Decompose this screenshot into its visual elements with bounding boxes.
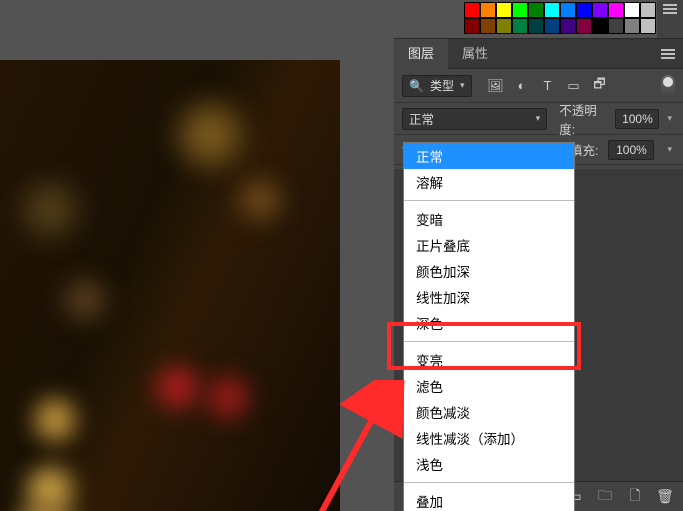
swatches-panel[interactable] [462,0,672,36]
blend-mode-option[interactable]: 线性加深 [404,284,574,310]
new-layer-icon[interactable]: 🗋 [627,489,643,505]
opacity-control: 不透明度: 100% ▾ [559,100,675,138]
swatch[interactable] [608,2,624,18]
kind-filter-label: 类型 [430,77,454,94]
menu-icon [663,4,677,14]
dropdown-separator [404,200,574,201]
tab-properties[interactable]: 属性 [448,39,502,69]
search-icon: 🔍 [409,79,424,93]
swatch[interactable] [480,18,496,34]
blend-mode-option[interactable]: 变暗 [404,206,574,232]
filter-toggle-switch[interactable] [661,75,675,97]
app-root: 图层 属性 🔍 类型 ▾ 🖼 ◐ T ▭ 🗗 [0,0,683,511]
swatch[interactable] [576,2,592,18]
filter-adjust-icon[interactable]: ◐ [514,78,530,94]
group-folder-icon[interactable]: 🗀 [597,489,613,505]
dropdown-separator [404,482,574,483]
dropdown-separator [404,341,574,342]
filter-smart-icon[interactable]: 🗗 [592,78,608,94]
blend-mode-value: 正常 [409,109,434,128]
blend-mode-option[interactable]: 深色 [404,310,574,336]
blend-mode-option[interactable]: 溶解 [404,169,574,195]
blend-mode-option[interactable]: 线性减淡（添加） [404,425,574,451]
swatch[interactable] [592,2,608,18]
blend-mode-option[interactable]: 颜色减淡 [404,399,574,425]
bokeh-shape [165,90,255,180]
canvas-document[interactable] [0,60,340,511]
blend-mode-option[interactable]: 正常 [404,143,574,169]
filter-shape-icon[interactable]: ▭ [566,78,582,94]
blend-row: 正常 ▾ 不透明度: 100% ▾ [394,103,683,135]
tab-layers[interactable]: 图层 [394,39,448,69]
swatch[interactable] [464,18,480,34]
opacity-label: 不透明度: [559,100,610,138]
kind-filter-dropdown[interactable]: 🔍 类型 ▾ [402,75,472,97]
chevron-down-icon: ▾ [536,113,541,124]
trash-icon[interactable]: 🗑 [657,489,673,505]
swatch[interactable] [624,18,640,34]
swatch[interactable] [496,2,512,18]
swatch[interactable] [640,18,656,34]
bokeh-shape [10,170,90,250]
bokeh-shape [30,390,80,450]
blend-mode-option[interactable]: 颜色加深 [404,258,574,284]
blend-mode-list[interactable]: 正常溶解变暗正片叠底颜色加深线性加深深色变亮滤色颜色减淡线性减淡（添加）浅色叠加… [403,142,575,511]
swatch[interactable] [512,18,528,34]
bokeh-shape [230,170,290,230]
swatch[interactable] [624,2,640,18]
swatch[interactable] [560,2,576,18]
bokeh-shape [200,370,255,425]
fill-value-input[interactable]: 100% [608,140,654,160]
swatch[interactable] [576,18,592,34]
swatch[interactable] [480,2,496,18]
blend-mode-option[interactable]: 滤色 [404,373,574,399]
swatch[interactable] [528,18,544,34]
filter-icons: 🖼 ◐ T ▭ 🗗 [488,78,608,94]
swatch[interactable] [464,2,480,18]
swatch[interactable] [560,18,576,34]
layer-filter-row: 🔍 类型 ▾ 🖼 ◐ T ▭ 🗗 [394,69,683,103]
chevron-down-icon[interactable]: ▾ [664,144,675,155]
panel-tabs: 图层 属性 [394,39,683,69]
bokeh-shape [150,360,205,415]
swatch[interactable] [592,18,608,34]
chevron-down-icon: ▾ [460,80,465,91]
swatch[interactable] [640,2,656,18]
chevron-down-icon[interactable]: ▾ [664,113,675,124]
blend-mode-option[interactable]: 变亮 [404,347,574,373]
swatch[interactable] [544,2,560,18]
bokeh-shape [55,270,115,330]
swatch[interactable] [512,2,528,18]
opacity-value-input[interactable]: 100% [615,109,659,129]
swatch[interactable] [528,2,544,18]
filter-text-icon[interactable]: T [540,78,556,94]
swatch[interactable] [608,18,624,34]
blend-mode-option[interactable]: 叠加 [404,488,574,511]
swatch[interactable] [496,18,512,34]
swatch[interactable] [544,18,560,34]
panel-menu-button[interactable] [653,49,683,59]
menu-icon [661,49,675,59]
blend-mode-dropdown[interactable]: 正常 ▾ [402,108,547,130]
blend-mode-option[interactable]: 正片叠底 [404,232,574,258]
blend-mode-option[interactable]: 浅色 [404,451,574,477]
filter-image-icon[interactable]: 🖼 [488,78,504,94]
